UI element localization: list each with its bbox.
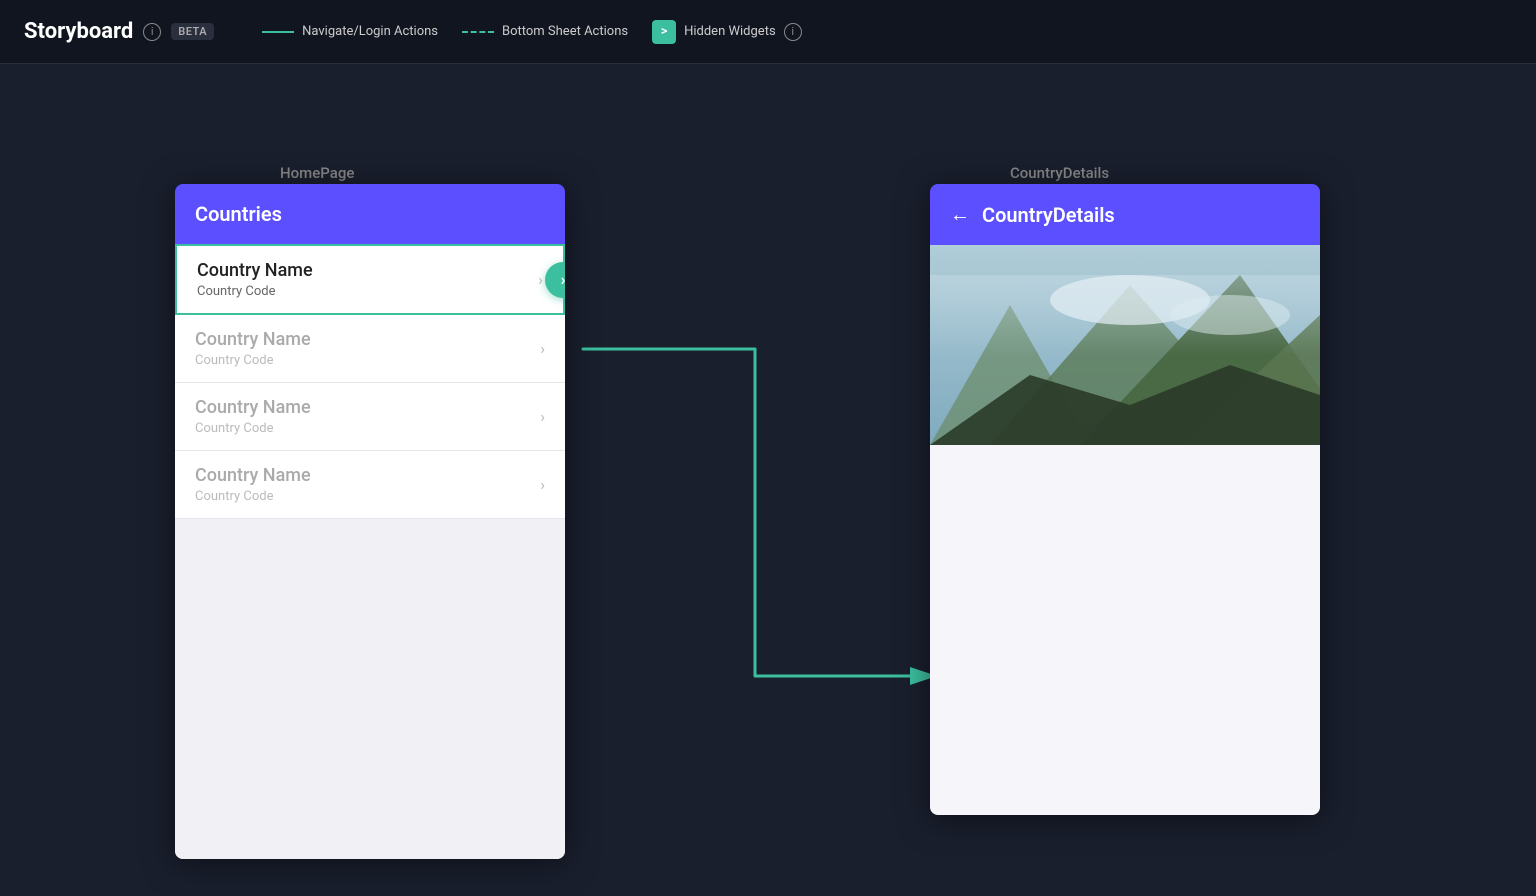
topbar: Storyboard i BETA Navigate/Login Actions… <box>0 0 1536 64</box>
list-item-code: Country Code <box>195 489 311 504</box>
list-spacer <box>175 519 565 859</box>
list-item-name: Country Name <box>195 465 311 486</box>
chevron-icon: › <box>540 339 545 358</box>
hidden-widgets-legend-label: Hidden Widgets <box>684 24 776 39</box>
list-item-name: Country Name <box>195 397 311 418</box>
back-arrow-icon[interactable]: ← <box>950 202 970 227</box>
navigate-legend-label: Navigate/Login Actions <box>302 24 438 39</box>
list-item-text: Country Name Country Code <box>195 465 311 504</box>
list-item[interactable]: Country Name Country Code › <box>175 451 565 519</box>
logo-group: Storyboard i BETA <box>24 19 214 44</box>
list-item[interactable]: Country Name Country Code › <box>175 315 565 383</box>
bottom-sheet-legend-label: Bottom Sheet Actions <box>502 24 628 39</box>
chevron-icon: › <box>538 270 543 289</box>
list-item-code: Country Code <box>197 284 313 299</box>
detail-app-bar: ← CountryDetails <box>930 184 1320 245</box>
list-item-name: Country Name <box>195 329 311 350</box>
list-item-text: Country Name Country Code <box>195 329 311 368</box>
mountain-illustration <box>930 245 1320 445</box>
beta-badge: BETA <box>171 23 214 40</box>
app-title: Storyboard <box>24 19 133 44</box>
navigate-action-button[interactable]: › <box>545 262 565 298</box>
navigate-legend: Navigate/Login Actions <box>262 24 438 39</box>
detail-content <box>930 445 1320 815</box>
canvas: HomePage Countries Country Name Country … <box>0 64 1536 896</box>
bottom-sheet-legend-line <box>462 31 494 33</box>
hidden-widgets-legend: > Hidden Widgets i <box>652 20 802 44</box>
home-phone-frame: Countries Country Name Country Code › › … <box>175 184 565 859</box>
list-item-code: Country Code <box>195 353 311 368</box>
detail-app-bar-title: CountryDetails <box>982 203 1115 227</box>
list-item-text: Country Name Country Code <box>197 260 313 299</box>
list-item-text: Country Name Country Code <box>195 397 311 436</box>
chevron-icon: › <box>540 475 545 494</box>
hidden-widgets-info-icon[interactable]: i <box>784 23 802 41</box>
list-item-code: Country Code <box>195 421 311 436</box>
info-icon[interactable]: i <box>143 23 161 41</box>
navigate-legend-line <box>262 31 294 33</box>
list-item[interactable]: Country Name Country Code › › <box>175 244 565 315</box>
country-image <box>930 245 1320 445</box>
list-item[interactable]: Country Name Country Code › <box>175 383 565 451</box>
chevron-icon: › <box>540 407 545 426</box>
home-app-bar: Countries <box>175 184 565 244</box>
homepage-label: HomePage <box>280 164 354 182</box>
list-item-name: Country Name <box>197 260 313 281</box>
bottom-sheet-legend: Bottom Sheet Actions <box>462 24 628 39</box>
hidden-widgets-icon: > <box>652 20 676 44</box>
home-app-bar-title: Countries <box>195 202 282 226</box>
legend-group: Navigate/Login Actions Bottom Sheet Acti… <box>262 20 802 44</box>
detail-phone-frame: ← CountryDetails <box>930 184 1320 815</box>
countrydetails-label: CountryDetails <box>1010 164 1109 182</box>
home-list-container: Country Name Country Code › › Country Na… <box>175 244 565 859</box>
